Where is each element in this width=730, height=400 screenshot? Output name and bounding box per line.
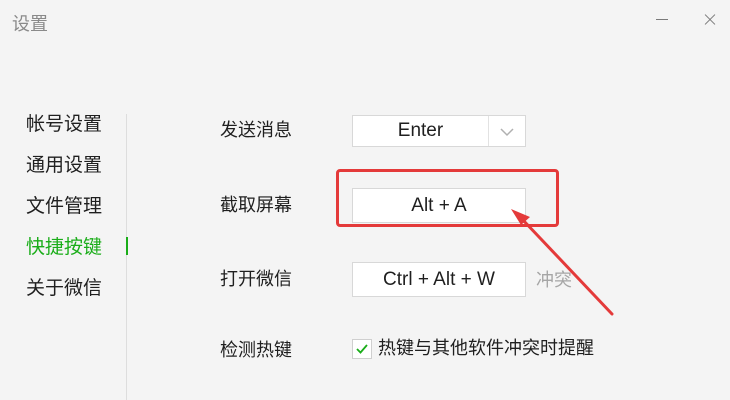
- minimize-button[interactable]: [654, 12, 670, 28]
- sidebar-item-about[interactable]: 关于微信: [26, 274, 126, 315]
- sidebar-item-files[interactable]: 文件管理: [26, 192, 126, 233]
- screenshot-shortcut-field[interactable]: Alt + A: [352, 188, 526, 223]
- window-title: 设置: [12, 14, 48, 35]
- open-wechat-label: 打开微信: [220, 269, 292, 290]
- send-message-dropdown[interactable]: Enter: [352, 115, 526, 147]
- dropdown-divider: [488, 116, 489, 146]
- sidebar-divider: [126, 114, 127, 400]
- detect-hotkeys-label: 检测热键: [220, 340, 292, 361]
- active-item-indicator: [126, 237, 128, 255]
- close-button[interactable]: [702, 12, 718, 28]
- settings-sidebar: 帐号设置 通用设置 文件管理 快捷按键 关于微信: [26, 110, 126, 315]
- send-message-label: 发送消息: [220, 120, 292, 141]
- conflict-label: 冲突: [536, 270, 572, 291]
- open-wechat-shortcut-field[interactable]: Ctrl + Alt + W: [352, 262, 526, 297]
- sidebar-item-account[interactable]: 帐号设置: [26, 110, 126, 151]
- sidebar-item-general[interactable]: 通用设置: [26, 151, 126, 192]
- screenshot-label: 截取屏幕: [220, 195, 292, 216]
- hotkey-conflict-option[interactable]: 热键与其他软件冲突时提醒: [352, 336, 594, 362]
- checkmark-icon: [356, 344, 368, 354]
- window-controls: [654, 12, 718, 28]
- hotkey-conflict-checkbox-label: 热键与其他软件冲突时提醒: [378, 338, 594, 359]
- chevron-down-icon[interactable]: [495, 120, 519, 144]
- sidebar-item-shortcuts[interactable]: 快捷按键: [26, 233, 126, 274]
- hotkey-conflict-checkbox[interactable]: [352, 339, 372, 359]
- send-message-value: Enter: [397, 120, 444, 141]
